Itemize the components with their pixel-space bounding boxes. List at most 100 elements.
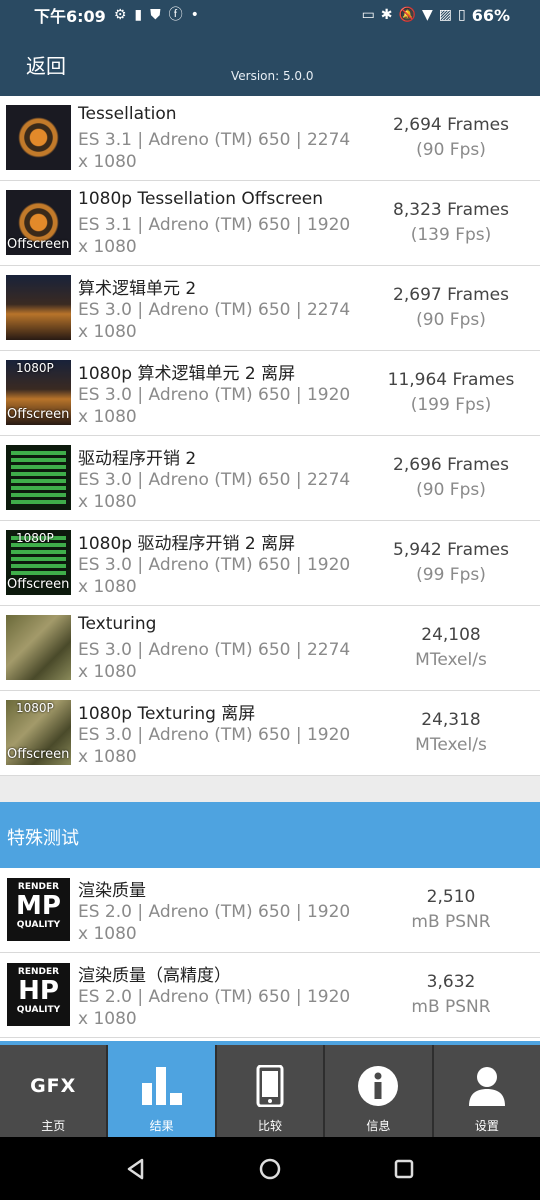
- tab-label: 结果: [149, 1119, 174, 1133]
- test-subtitle: ES 3.0 | Adreno (TM) 650 | 1920 x 1080: [78, 385, 351, 427]
- alu-offscreen-thumbnail: 1080P Offscreen: [6, 360, 71, 425]
- list-item[interactable]: Tessellation ES 3.1 | Adreno (TM) 650 | …: [0, 96, 540, 181]
- test-subtitle: ES 3.0 | Adreno (TM) 650 | 2274 x 1080: [78, 300, 351, 342]
- test-subtitle: ES 3.0 | Adreno (TM) 650 | 2274 x 1080: [78, 470, 351, 512]
- info-icon: [358, 1066, 399, 1106]
- offscreen-tag: Offscreen: [7, 577, 70, 592]
- test-title: Texturing: [78, 614, 157, 634]
- list-item[interactable]: 1080P Offscreen 1080p 算术逻辑单元 2 离屏 ES 3.0…: [0, 351, 540, 436]
- tab-info[interactable]: 信息: [325, 1045, 434, 1137]
- texturing-thumbnail: [6, 615, 71, 680]
- nav-home-icon[interactable]: [256, 1155, 284, 1183]
- test-title: 1080p 驱动程序开销 2 离屏: [78, 534, 296, 554]
- test-score-unit: (90 Fps): [416, 310, 486, 330]
- test-score: 3,632: [426, 972, 476, 992]
- test-score: 2,696 Frames: [393, 455, 509, 475]
- tab-settings[interactable]: 设置: [433, 1045, 540, 1137]
- section-header: 特殊测试: [0, 802, 540, 868]
- test-score: 24,318: [421, 710, 481, 730]
- test-score: 11,964 Frames: [387, 370, 515, 390]
- badge-bottom-text: QUALITY: [16, 920, 61, 930]
- test-subtitle: ES 3.1 | Adreno (TM) 650 | 2274 x 1080: [78, 130, 351, 172]
- 1080p-tag: 1080P: [16, 701, 54, 715]
- list-item[interactable]: Offscreen 1080p Tessellation Offscreen E…: [0, 181, 540, 266]
- bar-chart-icon: [141, 1067, 182, 1105]
- test-title: 渲染质量（高精度）: [78, 966, 231, 986]
- test-subtitle: ES 2.0 | Adreno (TM) 650 | 1920 x 1080: [78, 902, 351, 944]
- wifi-icon: ▼: [421, 7, 433, 23]
- test-title: 驱动程序开销 2: [78, 449, 197, 469]
- user-icon: [468, 1067, 505, 1106]
- nav-back-icon[interactable]: [122, 1155, 150, 1183]
- tessellation-thumbnail: [6, 105, 71, 170]
- section-gap: [0, 776, 540, 802]
- list-item[interactable]: 算术逻辑单元 2 ES 3.0 | Adreno (TM) 650 | 2274…: [0, 266, 540, 351]
- render-quality-thumbnail: RENDER MP QUALITY: [6, 877, 71, 942]
- bottom-tab-bar: GFX 主页 结果 比较 信息 设置: [0, 1041, 540, 1137]
- list-item[interactable]: 驱动程序开销 2 ES 3.0 | Adreno (TM) 650 | 2274…: [0, 436, 540, 521]
- tab-label: 比较: [258, 1119, 283, 1133]
- 1080p-tag: 1080P: [16, 531, 54, 545]
- tab-compare[interactable]: 比较: [216, 1045, 326, 1137]
- test-score: 2,697 Frames: [393, 285, 509, 305]
- tab-results[interactable]: 结果: [108, 1045, 217, 1137]
- test-subtitle: ES 3.0 | Adreno (TM) 650 | 2274 x 1080: [78, 640, 351, 682]
- tab-home[interactable]: GFX 主页: [0, 1045, 109, 1137]
- test-title: 1080p 算术逻辑单元 2 离屏: [78, 364, 296, 384]
- test-subtitle: ES 3.1 | Adreno (TM) 650 | 1920 x 1080: [78, 215, 351, 257]
- status-bar: 下午6:09 ⚙ ▮ ⛊ ⓕ • ▭ ✱ 🔕 ▼ ▨ ▯ 66%: [0, 0, 540, 30]
- list-item[interactable]: RENDER MP QUALITY 渲染质量 ES 2.0 | Adreno (…: [0, 868, 540, 953]
- nav-recents-icon[interactable]: [390, 1155, 418, 1183]
- list-item[interactable]: 1080P Offscreen 1080p Texturing 离屏 ES 3.…: [0, 691, 540, 776]
- facebook-icon: ⓕ: [168, 7, 183, 23]
- test-title: Tessellation: [78, 104, 177, 124]
- phone-icon: [256, 1065, 284, 1107]
- badge-bottom-text: QUALITY: [16, 1005, 61, 1015]
- offscreen-tag: Offscreen: [7, 407, 70, 422]
- test-score-unit: (99 Fps): [416, 565, 486, 585]
- badge-big-text: HP: [18, 976, 59, 1006]
- no-sim-icon: ▨: [438, 7, 452, 23]
- tab-label: 信息: [366, 1119, 391, 1133]
- test-subtitle: ES 2.0 | Adreno (TM) 650 | 1920 x 1080: [78, 987, 351, 1029]
- offscreen-tag: Offscreen: [7, 237, 70, 252]
- battery-plus-icon: ▮: [134, 7, 143, 23]
- back-button[interactable]: 返回: [26, 50, 66, 79]
- driver-overhead-thumbnail: [6, 445, 71, 510]
- test-score-unit: MTexel/s: [415, 650, 487, 670]
- alu-thumbnail: [6, 275, 71, 340]
- version-label: Version: 5.0.0: [231, 69, 314, 83]
- nfc-icon: ▭: [361, 7, 375, 23]
- shield-icon: ⛊: [150, 7, 161, 23]
- tab-label: 主页: [41, 1119, 66, 1133]
- list-item[interactable]: Texturing ES 3.0 | Adreno (TM) 650 | 227…: [0, 606, 540, 691]
- badge-big-text: MP: [16, 891, 61, 921]
- battery-percent: 66%: [471, 5, 510, 25]
- render-quality-hp-thumbnail: RENDER HP QUALITY: [6, 962, 71, 1027]
- bluetooth-icon: ✱: [380, 7, 393, 23]
- test-score-unit: (199 Fps): [410, 395, 492, 415]
- mute-icon: 🔕: [398, 7, 416, 23]
- battery-icon: ▯: [457, 7, 466, 23]
- test-score-unit: (139 Fps): [410, 225, 492, 245]
- tab-label: 设置: [474, 1119, 499, 1133]
- test-score: 8,323 Frames: [393, 200, 509, 220]
- app-header: 返回 Version: 5.0.0: [0, 30, 540, 96]
- list-item[interactable]: RENDER HP QUALITY 渲染质量（高精度） ES 2.0 | Adr…: [0, 953, 540, 1038]
- test-score: 2,694 Frames: [393, 115, 509, 135]
- status-time: 下午6:09: [34, 7, 106, 26]
- gfx-logo-icon: GFX: [30, 1075, 77, 1097]
- test-subtitle: ES 3.0 | Adreno (TM) 650 | 1920 x 1080: [78, 555, 351, 597]
- list-item[interactable]: 1080P Offscreen 1080p 驱动程序开销 2 离屏 ES 3.0…: [0, 521, 540, 606]
- offscreen-tag: Offscreen: [7, 747, 70, 762]
- test-subtitle: ES 3.0 | Adreno (TM) 650 | 1920 x 1080: [78, 725, 351, 767]
- test-score: 2,510: [426, 887, 476, 907]
- 1080p-tag: 1080P: [16, 361, 54, 375]
- texturing-offscreen-thumbnail: 1080P Offscreen: [6, 700, 71, 765]
- test-score: 24,108: [421, 625, 481, 645]
- test-title: 1080p Tessellation Offscreen: [78, 189, 324, 209]
- test-score-unit: (90 Fps): [416, 480, 486, 500]
- test-score: 5,942 Frames: [393, 540, 509, 560]
- test-title: 1080p Texturing 离屏: [78, 704, 256, 724]
- system-nav-bar: [0, 1137, 540, 1200]
